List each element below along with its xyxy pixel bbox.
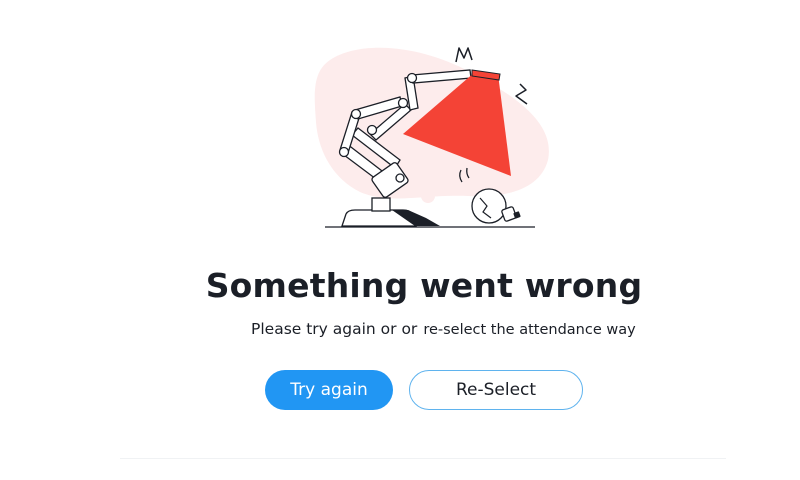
lamp-joint	[406, 72, 418, 84]
lamp-joint	[395, 173, 405, 183]
error-message: Please try again or or re-select the atte…	[251, 320, 636, 338]
light-bulb-icon	[471, 188, 507, 224]
lamp-joint	[366, 124, 378, 136]
lamp-joint	[350, 108, 362, 120]
error-message-part2: re-select the attendance way	[423, 322, 636, 338]
error-title: Something went wrong	[205, 266, 643, 305]
lamp-base-neck	[371, 197, 391, 212]
lamp-joint	[397, 97, 409, 109]
error-page: Something went wrong Please try again or…	[0, 0, 800, 480]
try-again-button[interactable]: Try again	[265, 370, 393, 410]
spark-icon	[455, 47, 473, 63]
divider	[120, 458, 726, 459]
spark-icon	[515, 83, 528, 105]
error-message-part1: Please try again or or	[251, 320, 418, 338]
reselect-button[interactable]: Re-Select	[409, 370, 583, 410]
lamp-joint	[338, 146, 350, 158]
broken-lamp-illustration	[314, 47, 549, 228]
background-dot	[421, 189, 435, 203]
